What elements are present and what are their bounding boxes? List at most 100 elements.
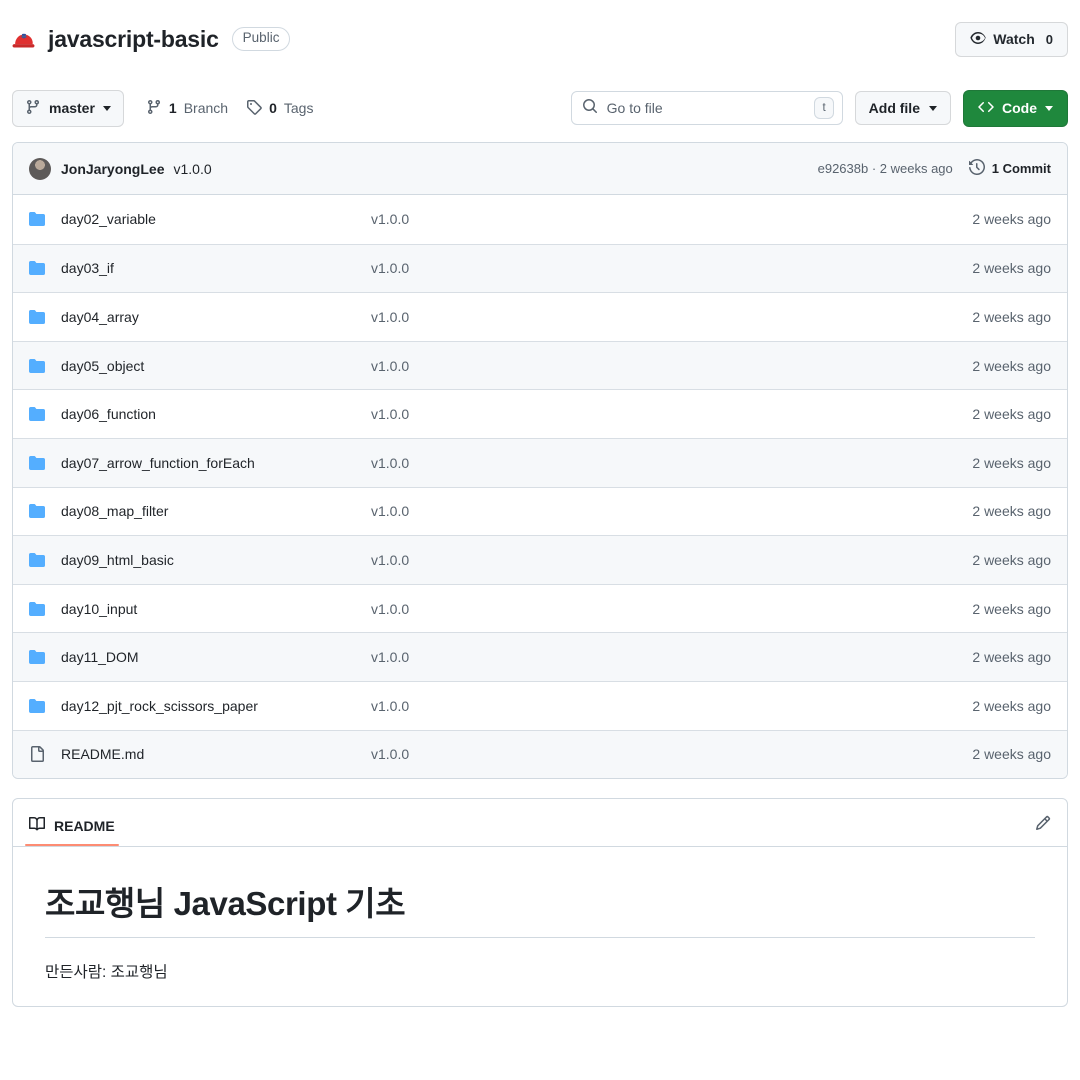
file-commit-time: 2 weeks ago (972, 503, 1051, 520)
readme-panel: README 조교행님 JavaScript 기초 만든사람: 조교행님 (12, 798, 1068, 1008)
table-row[interactable]: day06_function v1.0.0 2 weeks ago (13, 389, 1067, 438)
folder-icon (29, 211, 47, 227)
file-search-placeholder: Go to file (606, 100, 663, 116)
history-clock-icon (968, 158, 985, 178)
readme-header-divider (13, 846, 1067, 848)
table-row[interactable]: README.md v1.0.0 2 weeks ago (13, 729, 1067, 779)
code-brackets-icon (978, 99, 994, 118)
git-branch-icon (25, 99, 41, 118)
file-name[interactable]: day04_array (61, 309, 371, 325)
file-name[interactable]: day03_if (61, 260, 371, 276)
file-commit-time: 2 weeks ago (972, 454, 1051, 471)
folder-icon (29, 455, 47, 471)
repository-page: javascript-basic Public Watch 0 master 1… (0, 0, 1080, 1080)
file-search-input[interactable]: Go to file t (570, 91, 843, 125)
folder-icon (29, 601, 47, 617)
add-file-button[interactable]: Add file (854, 91, 951, 125)
file-commit-time: 2 weeks ago (972, 357, 1051, 374)
file-commit-message[interactable]: v1.0.0 (371, 503, 972, 519)
file-name[interactable]: day02_variable (61, 211, 371, 227)
repo-title[interactable]: javascript-basic (48, 26, 219, 53)
table-row[interactable]: day11_DOM v1.0.0 2 weeks ago (13, 632, 1067, 681)
commit-meta: e92638b · 2 weeks ago 1 Commit (818, 158, 1051, 178)
table-row[interactable]: day03_if v1.0.0 2 weeks ago (13, 243, 1067, 293)
folder-icon (29, 260, 47, 276)
table-row[interactable]: day02_variable v1.0.0 2 weeks ago (13, 195, 1067, 244)
branch-name: master (49, 100, 95, 116)
file-name[interactable]: day06_function (61, 406, 371, 422)
readme-heading: 조교행님 JavaScript 기초 (45, 877, 1035, 939)
file-commit-message[interactable]: v1.0.0 (371, 649, 972, 665)
file-name[interactable]: day10_input (61, 601, 371, 617)
toolbar-actions: Go to file t Add file Code (570, 89, 1068, 127)
file-commit-time: 2 weeks ago (972, 697, 1051, 714)
book-icon (29, 816, 46, 835)
file-name[interactable]: day08_map_filter (61, 503, 371, 519)
file-commit-message[interactable]: v1.0.0 (371, 746, 972, 762)
readme-tab-label: README (54, 817, 115, 834)
tab-readme[interactable]: README (25, 816, 119, 847)
commit-count-link[interactable]: 1 Commit (968, 158, 1051, 178)
file-commit-time: 2 weeks ago (972, 551, 1051, 568)
chevron-down-icon (1045, 105, 1053, 111)
commit-hash-and-time[interactable]: e92638b · 2 weeks ago (818, 161, 953, 176)
chevron-down-icon (929, 105, 937, 111)
chevron-down-icon (102, 105, 111, 111)
eye-icon (970, 30, 986, 49)
tag-count-label: Tags (283, 100, 314, 116)
watch-button[interactable]: Watch 0 (955, 21, 1068, 57)
tag-count-value: 0 (269, 100, 277, 116)
commit-author[interactable]: JonJaryongLee (61, 161, 164, 177)
commit-message[interactable]: v1.0.0 (173, 161, 211, 177)
branch-count-value: 1 (168, 100, 177, 116)
branch-count-link[interactable]: 1 Branch (146, 99, 228, 118)
readme-content: 조교행님 JavaScript 기초 만든사람: 조교행님 (13, 847, 1067, 1006)
file-commit-message[interactable]: v1.0.0 (371, 552, 972, 568)
commit-count-label: 1 Commit (991, 161, 1051, 176)
git-branch-icon (146, 99, 162, 118)
file-commit-time: 2 weeks ago (972, 649, 1051, 666)
tag-count-link[interactable]: 0 Tags (246, 99, 313, 118)
tag-icon (246, 99, 262, 118)
file-name[interactable]: README.md (61, 746, 371, 762)
author-avatar[interactable] (29, 157, 51, 180)
file-commit-time: 2 weeks ago (972, 260, 1051, 277)
table-row[interactable]: day08_map_filter v1.0.0 2 weeks ago (13, 486, 1067, 536)
file-name[interactable]: day09_html_basic (61, 552, 371, 568)
file-name[interactable]: day07_arrow_function_forEach (61, 455, 371, 471)
folder-icon (29, 552, 47, 568)
file-commit-message[interactable]: v1.0.0 (371, 455, 972, 471)
table-row[interactable]: day12_pjt_rock_scissors_paper v1.0.0 2 wee… (13, 680, 1067, 730)
file-commit-message[interactable]: v1.0.0 (371, 211, 972, 227)
folder-icon (29, 358, 47, 374)
file-name[interactable]: day05_object (61, 358, 371, 374)
latest-commit-bar: JonJaryongLee v1.0.0 e92638b · 2 weeks a… (13, 143, 1067, 195)
file-name[interactable]: day11_DOM (61, 649, 371, 665)
file-commit-message[interactable]: v1.0.0 (371, 698, 972, 714)
file-commit-message[interactable]: v1.0.0 (371, 601, 972, 617)
edit-readme-button[interactable] (1035, 815, 1051, 847)
file-commit-message[interactable]: v1.0.0 (371, 309, 972, 325)
table-row[interactable]: day10_input v1.0.0 2 weeks ago (13, 583, 1067, 633)
file-commit-time: 2 weeks ago (972, 406, 1051, 423)
table-row[interactable]: day07_arrow_function_forEach v1.0.0 2 week… (13, 437, 1067, 487)
repo-header: javascript-basic Public Watch 0 (0, 0, 1080, 78)
table-row[interactable]: day05_object v1.0.0 2 weeks ago (13, 340, 1067, 390)
search-icon (582, 98, 598, 119)
code-button[interactable]: Code (963, 89, 1068, 127)
file-icon (29, 746, 47, 763)
visibility-badge: Public (231, 27, 291, 51)
file-commit-message[interactable]: v1.0.0 (371, 260, 972, 276)
table-row[interactable]: day04_array v1.0.0 2 weeks ago (13, 292, 1067, 341)
file-commit-time: 2 weeks ago (972, 600, 1051, 617)
table-row[interactable]: day09_html_basic v1.0.0 2 weeks ago (13, 535, 1067, 584)
pencil-icon (1035, 816, 1051, 835)
file-commit-message[interactable]: v1.0.0 (371, 358, 972, 374)
branch-selector[interactable]: master (12, 89, 124, 127)
file-listing: JonJaryongLee v1.0.0 e92638b · 2 weeks a… (12, 142, 1068, 780)
red-cap-avatar-icon (8, 24, 38, 54)
file-name[interactable]: day12_pjt_rock_scissors_paper (61, 698, 371, 714)
watch-count: 0 (1045, 31, 1053, 47)
folder-icon (29, 309, 47, 325)
file-commit-message[interactable]: v1.0.0 (371, 406, 972, 422)
